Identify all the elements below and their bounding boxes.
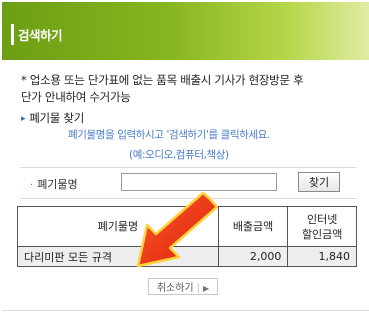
find-button[interactable]: 찾기 [298, 172, 340, 192]
column-header-net-fee-text: 인터넷 할인금액 [301, 212, 343, 241]
cell-net-fee: 1,840 [287, 246, 357, 267]
column-header-net-fee: 인터넷 할인금액 [287, 206, 357, 247]
header-accent-bar [11, 24, 14, 45]
table-row[interactable]: 다리미판 모든 규격 2,000 1,840 [17, 246, 357, 267]
notice-text: * 업소용 또는 단가표에 없는 품목 배출시 기사가 현장방문 후 단가 안내… [21, 72, 363, 106]
results-table: 폐기물명 배출금액 인터넷 할인금액 다리미판 모든 규격 2,000 1,840 [17, 206, 357, 267]
cancel-button-label: 취소하기 [156, 283, 194, 294]
search-label-text: 폐기물명 [37, 178, 78, 191]
page-title: 검색하기 [18, 28, 63, 43]
cancel-button[interactable]: 취소하기 | ▶ [148, 278, 218, 295]
divider: | [196, 283, 201, 294]
notice-line-1: * 업소용 또는 단가표에 없는 품목 배출시 기사가 현장방문 후 [21, 73, 304, 87]
help-example-text: (예:오디오,컴퓨터,책상) [129, 149, 229, 161]
column-header-fee: 배출금액 [217, 206, 289, 247]
waste-search-page: 검색하기 * 업소용 또는 단가표에 없는 품목 배출시 기사가 현장방문 후 … [0, 0, 369, 318]
section-heading: ▸ 폐기물 찾기 [21, 110, 84, 126]
triangle-right-icon: ▶ [203, 284, 210, 293]
column-header-name: 폐기물명 [17, 206, 219, 247]
table-header-row: 폐기물명 배출금액 인터넷 할인금액 [17, 206, 357, 247]
notice-line-2: 단가 안내하여 수거가능 [21, 90, 131, 104]
cell-item-name[interactable]: 다리미판 모든 규격 [17, 246, 219, 267]
section-title: 폐기물 찾기 [29, 111, 84, 125]
search-input[interactable] [121, 173, 277, 191]
bullet-icon: · [30, 180, 34, 191]
help-text: 폐기물명을 입력하시고 '검색하기'를 클릭하세요. [68, 129, 270, 141]
search-label: · 폐기물명 [30, 176, 78, 192]
cell-fee: 2,000 [217, 246, 289, 267]
header-banner: 검색하기 [2, 2, 369, 60]
bottom-divider [2, 310, 369, 311]
triangle-right-icon: ▸ [21, 114, 26, 124]
search-form: · 폐기물명 찾기 [20, 167, 357, 199]
